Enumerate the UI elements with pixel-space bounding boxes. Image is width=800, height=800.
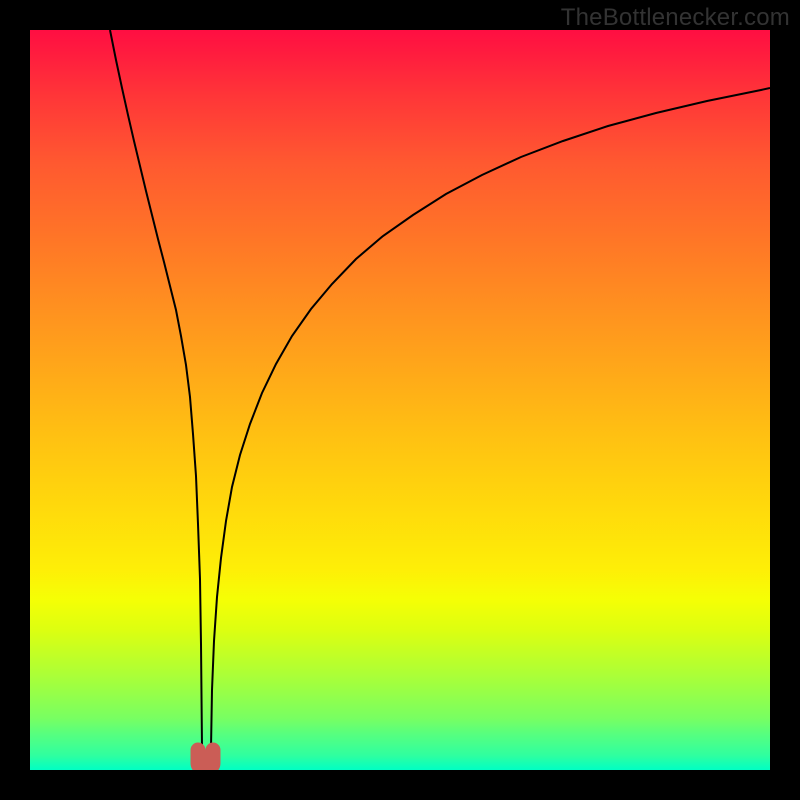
- plot-area: [30, 30, 770, 770]
- optimal-marker: [198, 750, 213, 767]
- bottleneck-curve: [110, 30, 770, 770]
- chart-svg: [30, 30, 770, 770]
- attribution-text: TheBottlenecker.com: [561, 4, 790, 32]
- chart-frame: TheBottlenecker.com: [0, 0, 800, 800]
